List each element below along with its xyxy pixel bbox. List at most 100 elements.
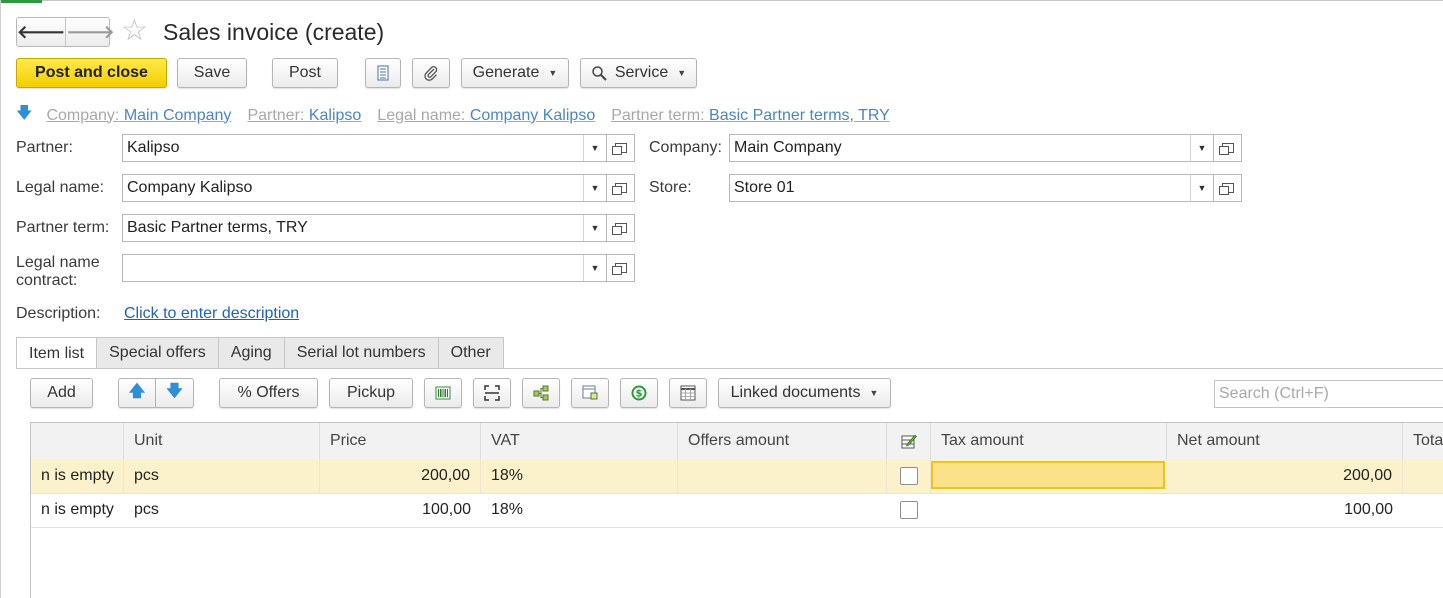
search-input[interactable]: Search (Ctrl+F) (1214, 380, 1443, 408)
column-header-offers-amount[interactable]: Offers amount (678, 423, 887, 459)
cell-price[interactable]: 200,00 (320, 459, 481, 493)
open-partner-term-button[interactable] (607, 214, 635, 242)
move-up-button[interactable]: 🡅 (118, 378, 156, 408)
partner-field[interactable]: Kalipso ▼ (122, 134, 607, 162)
table-grid-icon (680, 385, 696, 401)
save-button[interactable]: Save (177, 58, 247, 88)
generate-dropdown-button[interactable]: Generate ▼ (461, 58, 569, 88)
manual-checkbox[interactable] (899, 467, 918, 485)
tab-special-offers[interactable]: Special offers (96, 337, 219, 368)
arrow-down-icon: 🡇 (166, 382, 183, 400)
barcode-button[interactable] (424, 378, 462, 408)
column-header-unit[interactable]: Unit (124, 423, 320, 459)
add-button[interactable]: Add (30, 378, 93, 408)
magnifier-gear-icon (592, 66, 607, 81)
cell-tax-amount-active[interactable] (931, 461, 1165, 489)
company-summary-link[interactable]: Company: Main Company (46, 107, 231, 125)
company-field[interactable]: Main Company ▼ (729, 134, 1214, 162)
scan-button[interactable] (473, 378, 511, 408)
partner-term-value: Basic Partner terms, TRY (127, 219, 308, 236)
star-icon[interactable]: ☆ (121, 14, 148, 48)
table-settings-button[interactable] (669, 378, 707, 408)
table-row[interactable]: n is empty pcs 100,00 18% 100,00 (31, 493, 1443, 528)
column-header-total[interactable]: Total (1403, 423, 1443, 459)
partner-summary-label: Partner: (247, 106, 305, 124)
cell-manual (887, 459, 931, 493)
move-buttons: 🡅 🡇 (118, 378, 194, 408)
cell-unit[interactable]: pcs (124, 459, 320, 493)
tab-other[interactable]: Other (437, 337, 504, 368)
column-header-manual[interactable] (887, 423, 931, 459)
legal-name-value: Company Kalipso (127, 179, 253, 196)
refresh-prices-button[interactable]: $ (620, 378, 658, 408)
company-summary-value: Main Company (123, 106, 232, 124)
cell-unit[interactable]: pcs (124, 493, 320, 527)
cell-net-amount[interactable]: 100,00 (1167, 493, 1403, 527)
chevron-down-icon[interactable]: ▼ (583, 215, 606, 241)
column-header-item[interactable] (31, 423, 124, 459)
barcode-icon (435, 386, 451, 400)
tab-item-list[interactable]: Item list (16, 337, 98, 369)
move-down-button[interactable]: 🡇 (156, 378, 194, 408)
open-window-icon (1218, 183, 1234, 195)
chevron-down-icon[interactable]: ▼ (583, 135, 606, 161)
tab-serial-lot-numbers[interactable]: Serial lot numbers (283, 337, 439, 368)
column-header-tax-amount[interactable]: Tax amount (931, 423, 1167, 459)
cell-offers-amount[interactable] (678, 459, 887, 493)
manual-checkbox[interactable] (900, 501, 918, 519)
arrow-up-icon: 🡅 (128, 382, 146, 400)
chevron-down-icon[interactable]: ▼ (1190, 135, 1213, 161)
column-header-price[interactable]: Price (320, 423, 481, 459)
cell-vat[interactable]: 18% (481, 459, 678, 493)
table-row[interactable]: n is empty pcs 200,00 18% 200,00 (31, 459, 1443, 494)
cell-total[interactable] (1403, 493, 1443, 527)
cell-vat[interactable]: 18% (481, 493, 678, 527)
store-value: Store 01 (734, 179, 795, 196)
chevron-down-icon[interactable]: ▼ (1190, 175, 1213, 201)
column-header-net-amount[interactable]: Net amount (1167, 423, 1403, 459)
forward-arrow-icon[interactable]: 🡒 (65, 18, 115, 46)
cell-tax-amount[interactable] (931, 493, 1167, 527)
post-and-close-button[interactable]: Post and close (16, 58, 167, 88)
back-arrow-icon[interactable]: 🡐 (17, 18, 65, 46)
post-button[interactable]: Post (272, 58, 338, 88)
partner-term-summary-link[interactable]: Partner term: Basic Partner terms, TRY (611, 107, 890, 125)
cell-total[interactable] (1403, 459, 1443, 493)
company-summary-label: Company: (46, 106, 120, 124)
description-link[interactable]: Click to enter description (124, 305, 299, 323)
tab-aging[interactable]: Aging (217, 337, 285, 368)
legal-name-summary-link[interactable]: Legal name: Company Kalipso (377, 107, 595, 125)
legal-contract-field[interactable]: ▼ (122, 254, 607, 282)
generate-label: Generate (472, 64, 540, 81)
partner-summary-link[interactable]: Partner: Kalipso (247, 107, 361, 125)
attachments-button[interactable] (412, 58, 450, 88)
partner-term-field[interactable]: Basic Partner terms, TRY ▼ (122, 214, 607, 242)
chevron-down-icon[interactable]: ▼ (583, 255, 606, 281)
fill-structure-button[interactable] (571, 378, 609, 408)
column-header-vat[interactable]: VAT (481, 423, 678, 459)
cell-offers-amount[interactable] (678, 493, 887, 527)
store-field[interactable]: Store 01 ▼ (729, 174, 1214, 202)
cell-net-amount[interactable]: 200,00 (1167, 459, 1403, 493)
chevron-down-icon[interactable]: ▼ (583, 175, 606, 201)
report-button[interactable] (365, 58, 401, 88)
linked-documents-dropdown-button[interactable]: Linked documents ▼ (718, 378, 891, 408)
open-partner-button[interactable] (607, 134, 635, 162)
paperclip-icon (424, 66, 438, 81)
legal-name-summary-value: Company Kalipso (469, 106, 596, 124)
open-legal-name-button[interactable] (607, 174, 635, 202)
add-structure-button[interactable] (522, 378, 560, 408)
open-legal-contract-button[interactable] (607, 254, 635, 282)
store-field-group: Store 01 ▼ (729, 174, 1242, 202)
service-dropdown-button[interactable]: Service ▼ (580, 58, 697, 88)
cell-price[interactable]: 100,00 (320, 493, 481, 527)
collapse-arrow-icon[interactable]: 🡇 (16, 102, 32, 129)
offers-button[interactable]: % Offers (219, 378, 318, 408)
legal-name-field[interactable]: Company Kalipso ▼ (122, 174, 607, 202)
open-company-button[interactable] (1214, 134, 1242, 162)
open-store-button[interactable] (1214, 174, 1242, 202)
pickup-button[interactable]: Pickup (329, 378, 413, 408)
cell-item[interactable]: n is empty (31, 493, 124, 527)
description-label: Description: (16, 305, 101, 322)
cell-item[interactable]: n is empty (31, 459, 124, 493)
